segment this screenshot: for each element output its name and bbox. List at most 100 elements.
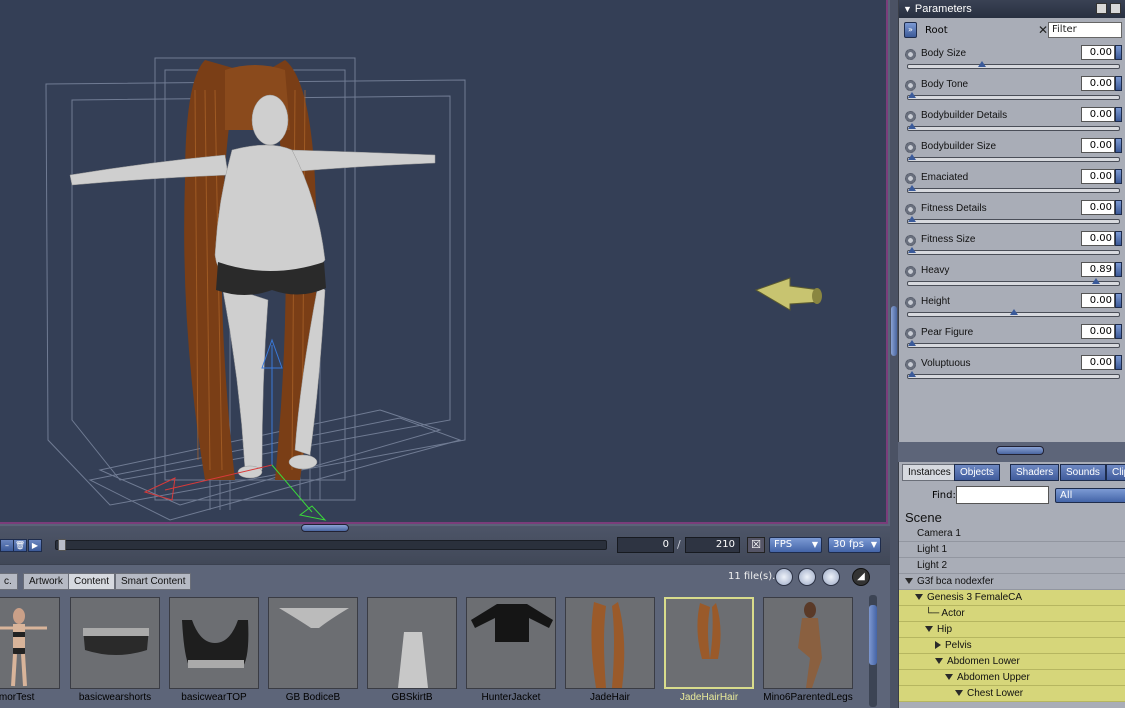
tab-instances[interactable]: Instances [902,464,957,481]
parameter-value-field[interactable]: 0.00 [1081,107,1115,122]
library-item[interactable]: HunterJacket [466,597,556,703]
scene-tree-item[interactable]: Abdomen Lower [899,654,1125,670]
parameter-value-field[interactable]: 0.00 [1081,231,1115,246]
parameter-spinner[interactable] [1115,138,1122,153]
scene-tree-item[interactable]: Light 2 [899,558,1125,574]
library-item[interactable]: basicwearTOP [169,597,259,703]
timeline-slider[interactable] [55,539,607,551]
parameter-spinner[interactable] [1115,355,1122,370]
parameter-value-field[interactable]: 0.00 [1081,169,1115,184]
parameter-value-field[interactable]: 0.00 [1081,45,1115,60]
parameter-slider[interactable] [907,216,1120,224]
scene-tree-item[interactable]: Genesis 3 FemaleCA [899,590,1125,606]
parameter-value-field[interactable]: 0.00 [1081,200,1115,215]
collapse-triangle-icon[interactable] [915,594,923,601]
view-large-icon[interactable] [822,568,840,586]
parameter-slider[interactable] [907,340,1120,348]
parameter-slider[interactable] [907,247,1120,255]
parameter-slider-thumb[interactable] [908,92,917,98]
library-scrollbar[interactable] [869,595,877,707]
library-item-selected[interactable]: JadeHairHair [664,597,754,703]
library-options-icon[interactable]: ◢ [852,568,870,586]
parameter-value-field[interactable]: 0.00 [1081,324,1115,339]
parameter-value-field[interactable]: 0.00 [1081,138,1115,153]
root-menu-button[interactable]: » [904,22,917,38]
find-filter-select[interactable]: All [1055,488,1125,503]
parameter-spinner[interactable] [1115,107,1122,122]
tab-sounds[interactable]: Sounds [1060,464,1106,481]
fps-mode-select[interactable]: FPS ▼ [769,537,822,553]
parameter-spinner[interactable] [1115,169,1122,184]
gear-icon[interactable] [905,359,916,370]
scene-tree-item[interactable]: Pelvis [899,638,1125,654]
parameter-spinner[interactable] [1115,293,1122,308]
collapse-triangle-icon[interactable]: ▼ [903,0,912,18]
collapse-triangle-icon[interactable] [945,674,953,681]
tab-objects[interactable]: Objects [954,464,1000,481]
collapse-triangle-icon[interactable] [925,626,933,633]
view-small-icon[interactable] [775,568,793,586]
library-item[interactable]: JadeHair [565,597,655,703]
play-icon[interactable]: ▶ [28,539,42,552]
parameter-slider-thumb[interactable] [908,247,917,253]
library-item[interactable]: Mino6ParentedLegs [763,597,853,703]
3d-viewport[interactable] [0,0,888,524]
library-scroll-thumb[interactable] [869,605,877,665]
collapse-triangle-icon[interactable] [935,658,943,665]
copy-icon[interactable] [1110,3,1121,14]
parameter-spinner[interactable] [1115,45,1122,60]
filter-input[interactable]: Filter [1048,22,1122,38]
trash-icon[interactable]: 🗑 [13,539,27,552]
parameter-value-field[interactable]: 0.89 [1081,262,1115,277]
scene-tree-item[interactable]: Hip [899,622,1125,638]
parameter-slider-thumb[interactable] [908,154,917,160]
parameter-slider[interactable] [907,61,1120,69]
clear-filter-icon[interactable]: ✕ [1038,23,1048,37]
current-frame-field[interactable]: 0 [617,537,674,553]
tab-clips[interactable]: Clips [1106,464,1125,481]
parameter-spinner[interactable] [1115,324,1122,339]
tab-artwork[interactable]: Artwork [23,573,69,590]
gear-icon[interactable] [905,328,916,339]
panel-divider-grip[interactable] [891,306,897,356]
collapse-triangle-icon[interactable] [955,690,963,697]
save-icon[interactable] [1096,3,1107,14]
parameter-slider-thumb[interactable] [1009,309,1018,315]
scene-tree-item[interactable]: Abdomen Upper [899,670,1125,686]
scene-tree-item[interactable]: └─ Actor [899,606,1125,622]
collapse-triangle-icon[interactable] [905,578,913,585]
parameter-slider[interactable] [907,123,1120,131]
timeline-slider-thumb[interactable] [58,539,66,551]
parameter-spinner[interactable] [1115,262,1122,277]
parameter-spinner[interactable] [1115,231,1122,246]
parameter-value-field[interactable]: 0.00 [1081,76,1115,91]
parameter-spinner[interactable] [1115,200,1122,215]
parameter-slider-thumb[interactable] [908,185,917,191]
parameter-slider-thumb[interactable] [1091,278,1100,284]
panel-splitter[interactable] [898,442,1125,462]
tab-library-0[interactable]: c. [0,573,18,590]
gear-icon[interactable] [905,235,916,246]
gear-icon[interactable] [905,204,916,215]
scene-tree-item[interactable]: Light 1 [899,542,1125,558]
library-item[interactable]: GBSkirtB [367,597,457,703]
parameter-slider-thumb[interactable] [977,61,986,67]
viewport-resize-handle[interactable] [301,524,349,532]
tab-content[interactable]: Content [68,573,116,590]
gear-icon[interactable] [905,80,916,91]
panel-splitter-grip[interactable] [996,446,1044,455]
fps-rate-select[interactable]: 30 fps ▼ [828,537,881,553]
parameter-slider-thumb[interactable] [908,340,917,346]
parameter-slider-thumb[interactable] [908,123,917,129]
parameter-slider-thumb[interactable] [908,371,917,377]
gear-icon[interactable] [905,49,916,60]
parameter-spinner[interactable] [1115,76,1122,91]
gear-icon[interactable] [905,173,916,184]
gear-icon[interactable] [905,297,916,308]
parameter-slider[interactable] [907,185,1120,193]
view-medium-icon[interactable] [798,568,816,586]
parameter-value-field[interactable]: 0.00 [1081,293,1115,308]
library-item[interactable]: GB BodiceB [268,597,358,703]
scene-tree-item[interactable]: Chest Lower [899,686,1125,702]
gear-icon[interactable] [905,266,916,277]
